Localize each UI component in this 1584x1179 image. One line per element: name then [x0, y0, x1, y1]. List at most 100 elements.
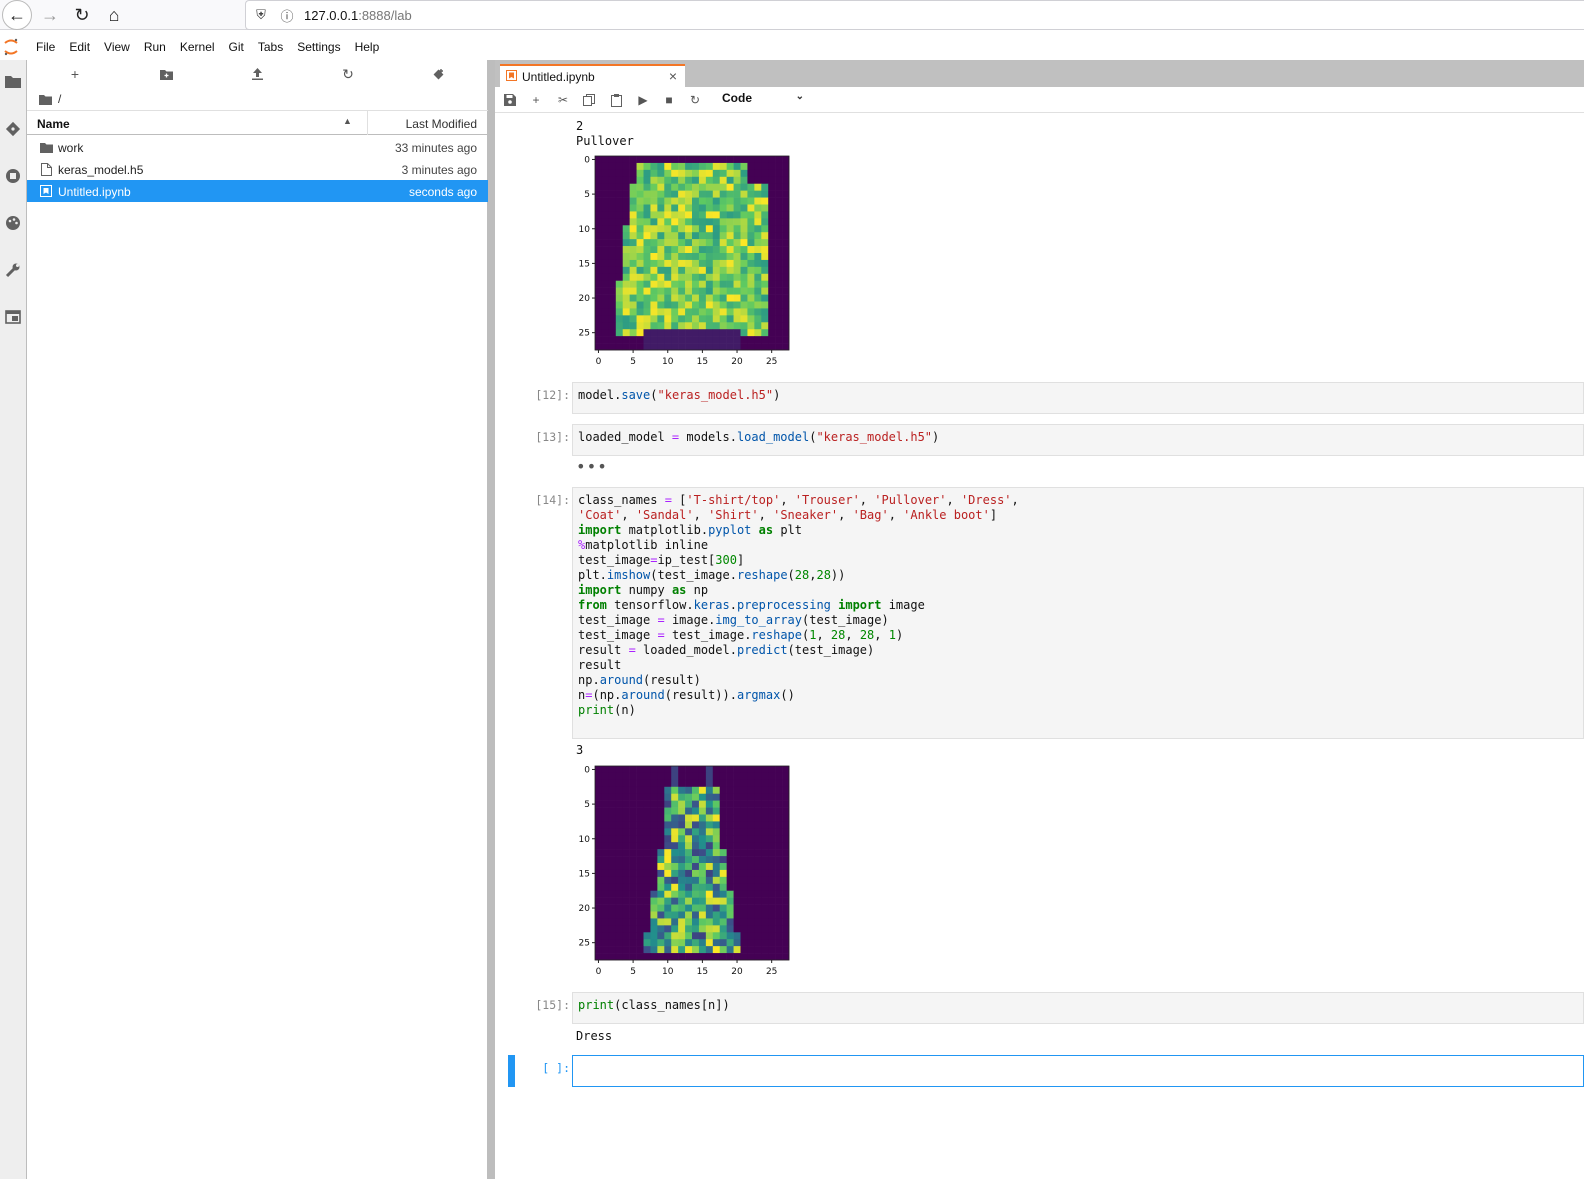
image-pixel [629, 280, 637, 288]
reload-icon[interactable]: ↻ [68, 1, 96, 29]
url-text[interactable]: 127.0.0.1:8888/lab [304, 8, 412, 23]
new-launcher-icon[interactable]: + [65, 65, 85, 83]
image-pixel [664, 772, 672, 781]
image-pixel [719, 911, 727, 919]
column-name-header[interactable]: Name [37, 117, 70, 131]
image-pixel [664, 246, 672, 254]
image-pixel [643, 301, 651, 309]
code-cell-input[interactable]: class_names = ['T-shirt/top', 'Trouser',… [572, 487, 1584, 739]
image-pixel [747, 273, 755, 282]
paste-icon[interactable] [608, 92, 624, 108]
code-cell-input[interactable]: model.save("keras_model.h5") [572, 382, 1584, 414]
image-pixel [650, 190, 658, 198]
image-pixel [678, 800, 686, 808]
image-pixel [712, 273, 721, 282]
image-pixel [664, 828, 672, 836]
git-icon[interactable] [2, 118, 24, 140]
menu-run[interactable]: Run [144, 38, 166, 56]
image-pixel [678, 786, 686, 795]
menu-git[interactable]: Git [229, 38, 244, 56]
menu-kernel[interactable]: Kernel [180, 38, 215, 56]
menu-tabs[interactable]: Tabs [258, 38, 283, 56]
upload-icon[interactable] [247, 65, 267, 83]
url-bar[interactable]: ⛨ ⓘ 127.0.0.1:8888/lab [245, 0, 1584, 30]
running-icon[interactable] [2, 165, 24, 187]
menu-edit[interactable]: Edit [69, 38, 90, 56]
image-pixel [643, 918, 651, 926]
code-cell-input[interactable]: print(class_names[n]) [572, 992, 1584, 1024]
palette-icon[interactable] [2, 212, 24, 234]
image-pixel [733, 197, 741, 205]
file-row-work[interactable]: work 33 minutes ago [27, 136, 488, 158]
menu-file[interactable]: File [36, 38, 55, 56]
image-pixel [740, 953, 748, 961]
empty-code-cell-input[interactable] [572, 1055, 1584, 1087]
image-pixel [775, 253, 783, 261]
shield-icon[interactable]: ⛨ [250, 7, 272, 23]
stop-icon[interactable]: ■ [661, 92, 677, 108]
image-pixel [622, 190, 630, 198]
image-pixel [733, 779, 741, 788]
restart-icon[interactable]: ↻ [687, 92, 703, 108]
close-icon[interactable]: × [669, 68, 677, 84]
image-pixel [775, 842, 783, 850]
breadcrumb-root[interactable]: / [58, 92, 61, 106]
notebook-content[interactable]: 2 Pullover 0 5 10 15 20 25 0 5 10 15 20 25 [12]: mo… [495, 114, 1584, 1179]
image-pixel [705, 322, 714, 330]
image-pixel [747, 869, 755, 878]
wrench-icon[interactable] [2, 259, 24, 281]
image-pixel [761, 273, 769, 282]
x-tick-label: 5 [630, 357, 636, 367]
image-pixel [678, 828, 686, 836]
panel-splitter[interactable] [488, 60, 495, 1179]
run-icon[interactable]: ▶ [635, 92, 651, 108]
home-icon[interactable]: ⌂ [100, 1, 128, 29]
refresh-icon[interactable]: ↻ [338, 65, 358, 83]
back-icon[interactable]: ← [2, 0, 32, 30]
tabs-icon[interactable] [2, 306, 24, 328]
image-pixel [719, 821, 727, 829]
image-pixel [671, 225, 679, 233]
image-pixel [705, 953, 714, 961]
menu-settings[interactable]: Settings [297, 38, 340, 56]
info-icon[interactable]: ⓘ [276, 6, 298, 25]
image-pixel [747, 204, 755, 212]
git-clone-icon[interactable] [428, 65, 448, 83]
new-folder-icon[interactable] [156, 65, 176, 83]
cell-type-select[interactable]: Code ⌄ [722, 91, 804, 109]
menu-help[interactable]: Help [355, 38, 380, 56]
menu-view[interactable]: View [104, 38, 130, 56]
folder-icon[interactable] [2, 70, 24, 92]
image-pixel [678, 266, 686, 275]
image-pixel [740, 190, 748, 198]
image-pixel [615, 273, 624, 282]
file-row-untitled-notebook[interactable]: Untitled.ipynb seconds ago [27, 180, 488, 202]
cut-icon[interactable]: ✂ [555, 92, 571, 108]
column-divider[interactable] [367, 111, 368, 135]
copy-icon[interactable] [581, 92, 597, 108]
image-pixel [733, 225, 741, 233]
image-pixel [636, 897, 644, 905]
image-pixel [698, 828, 707, 836]
image-pixel [768, 786, 776, 795]
collapsed-output-ellipsis[interactable]: ••• [576, 457, 608, 476]
image-pixel [650, 273, 658, 282]
image-pixel [754, 897, 762, 905]
image-pixel [726, 162, 734, 171]
image-pixel [685, 946, 693, 954]
image-pixel [629, 308, 637, 316]
image-pixel [747, 322, 755, 330]
image-pixel [761, 786, 769, 795]
tab-untitled-notebook[interactable]: Untitled.ipynb × [500, 64, 685, 87]
forward-icon[interactable]: → [36, 1, 64, 29]
image-pixel [650, 218, 658, 226]
file-row-keras-model[interactable]: keras_model.h5 3 minutes ago [27, 158, 488, 180]
image-pixel [664, 239, 672, 247]
column-modified-header[interactable]: Last Modified [406, 117, 477, 131]
image-pixel [698, 890, 707, 898]
code-cell-input[interactable]: loaded_model = models.load_model("keras_… [572, 424, 1584, 456]
save-icon[interactable] [502, 92, 518, 108]
breadcrumb[interactable]: / [39, 92, 61, 106]
add-cell-icon[interactable]: + [528, 92, 544, 108]
sort-ascending-icon[interactable]: ▲ [343, 116, 352, 126]
